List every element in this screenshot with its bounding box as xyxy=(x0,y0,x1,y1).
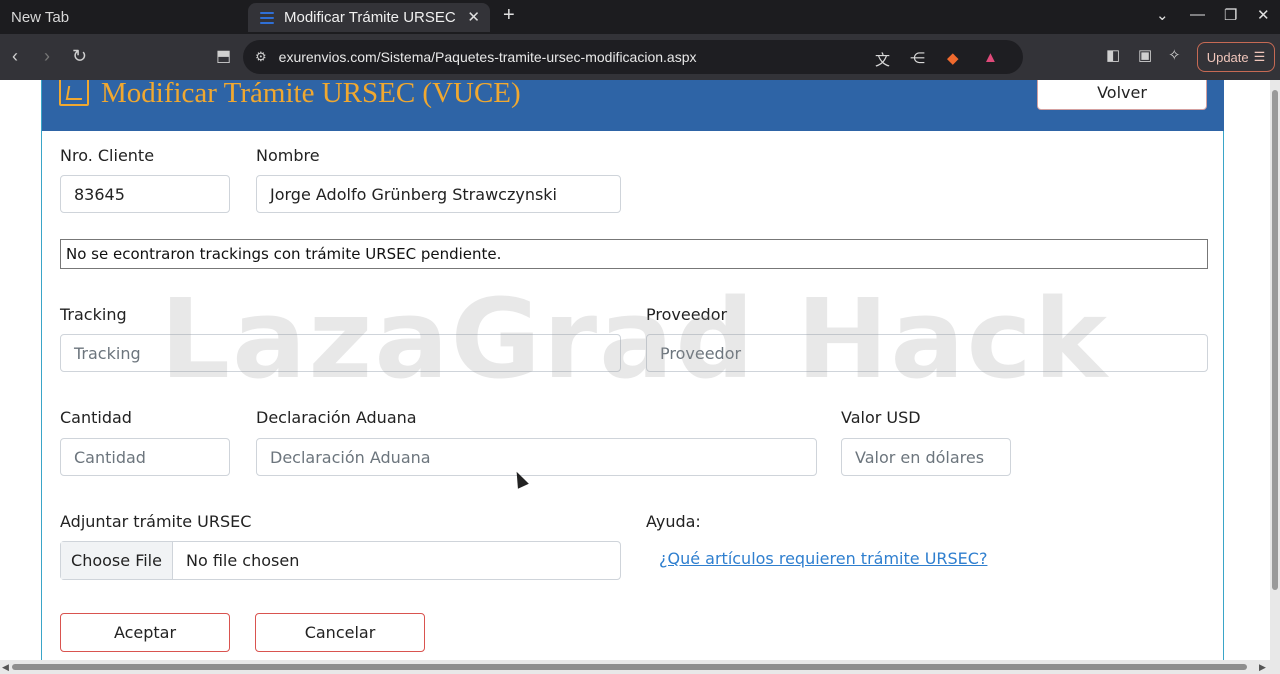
scroll-right-icon[interactable]: ▶ xyxy=(1259,662,1266,673)
tab-new-tab[interactable]: New Tab xyxy=(0,0,240,34)
value-usd-input[interactable]: Valor en dólares xyxy=(841,438,1011,476)
choose-file-button[interactable]: Choose File xyxy=(61,542,173,579)
tracking-label: Tracking xyxy=(60,305,127,324)
name-label: Nombre xyxy=(256,146,320,165)
card-header: Modificar Trámite URSEC (VUCE) Volver xyxy=(42,80,1224,131)
chevron-down-icon[interactable]: ⌄ xyxy=(1156,6,1169,24)
horizontal-scroll-thumb[interactable] xyxy=(12,664,1247,670)
file-status: No file chosen xyxy=(186,551,300,570)
vertical-scroll-thumb[interactable] xyxy=(1272,90,1278,590)
new-tab-icon[interactable]: + xyxy=(503,4,515,27)
menu-favicon-icon xyxy=(260,11,274,24)
scroll-left-icon[interactable]: ◀ xyxy=(2,662,9,673)
brave-shield-icon[interactable]: ◆ xyxy=(947,49,959,67)
sidebar-icon[interactable]: ◧ xyxy=(1106,46,1120,64)
tracking-alert: No se econtraron trackings con trámite U… xyxy=(60,239,1208,269)
close-window-icon[interactable]: ✕ xyxy=(1257,6,1270,24)
help-link[interactable]: ¿Qué artículos requieren trámite URSEC? xyxy=(659,549,987,568)
url-text: exurenvios.com/Sistema/Paquetes-tramite-… xyxy=(278,49,697,65)
provider-input[interactable]: Proveedor xyxy=(646,334,1208,372)
tab-label: New Tab xyxy=(11,8,70,26)
wallet-icon[interactable]: ▣ xyxy=(1138,46,1152,64)
name-field[interactable]: Jorge Adolfo Grünberg Strawczynski xyxy=(256,175,621,213)
back-icon[interactable]: ‹ xyxy=(12,46,18,67)
client-number-field[interactable]: 83645 xyxy=(60,175,230,213)
tab-label: Modificar Trámite URSEC (VUCE) xyxy=(284,9,456,26)
file-input[interactable]: Choose File No file chosen xyxy=(60,541,621,580)
bookmark-icon[interactable]: ⬒ xyxy=(216,46,231,66)
url-field[interactable]: ⚙ exurenvios.com/Sistema/Paquetes-tramit… xyxy=(243,40,1023,74)
minimize-icon[interactable]: — xyxy=(1190,6,1205,23)
site-settings-icon[interactable]: ⚙ xyxy=(255,49,267,65)
forward-icon[interactable]: › xyxy=(44,46,50,67)
cancel-button[interactable]: Cancelar xyxy=(255,613,425,652)
brave-rewards-icon[interactable]: ▲ xyxy=(983,49,998,66)
restore-icon[interactable]: ❐ xyxy=(1224,6,1237,24)
close-tab-icon[interactable]: ✕ xyxy=(467,8,480,26)
customs-declaration-input[interactable]: Declaración Aduana xyxy=(256,438,817,476)
page-title: Modificar Trámite URSEC (VUCE) xyxy=(101,80,521,109)
provider-label: Proveedor xyxy=(646,305,728,324)
value-usd-label: Valor USD xyxy=(841,408,921,427)
help-label: Ayuda: xyxy=(646,512,701,531)
update-button[interactable]: Update ☰ xyxy=(1197,42,1275,72)
tab-active[interactable]: Modificar Trámite URSEC (VUCE) ✕ xyxy=(248,3,490,32)
share-icon[interactable]: ⋲ xyxy=(910,49,925,67)
horizontal-scrollbar[interactable]: ◀ ▶ xyxy=(0,660,1270,674)
pdf-icon xyxy=(59,80,89,106)
customs-declaration-label: Declaración Aduana xyxy=(256,408,417,427)
client-number-label: Nro. Cliente xyxy=(60,146,155,165)
attach-label: Adjuntar trámite URSEC xyxy=(60,512,252,531)
address-bar: ‹ › ↻ ⬒ ⚙ exurenvios.com/Sistema/Paquete… xyxy=(0,34,1280,80)
page-content: Modificar Trámite URSEC (VUCE) Volver Nr… xyxy=(0,80,1270,660)
vertical-scrollbar[interactable] xyxy=(1270,80,1280,674)
menu-icon: ☰ xyxy=(1253,49,1266,64)
translate-icon[interactable]: 文 xyxy=(875,49,890,70)
back-button[interactable]: Volver xyxy=(1037,80,1207,110)
leo-ai-icon[interactable]: ✧ xyxy=(1168,46,1181,64)
form-card: Modificar Trámite URSEC (VUCE) Volver Nr… xyxy=(41,80,1224,660)
tracking-input[interactable]: Tracking xyxy=(60,334,621,372)
accept-button[interactable]: Aceptar xyxy=(60,613,230,652)
update-label: Update xyxy=(1206,49,1249,65)
reload-icon[interactable]: ↻ xyxy=(72,46,87,67)
quantity-label: Cantidad xyxy=(60,408,132,427)
quantity-input[interactable]: Cantidad xyxy=(60,438,230,476)
tab-bar: New Tab Modificar Trámite URSEC (VUCE) ✕… xyxy=(0,0,1280,34)
